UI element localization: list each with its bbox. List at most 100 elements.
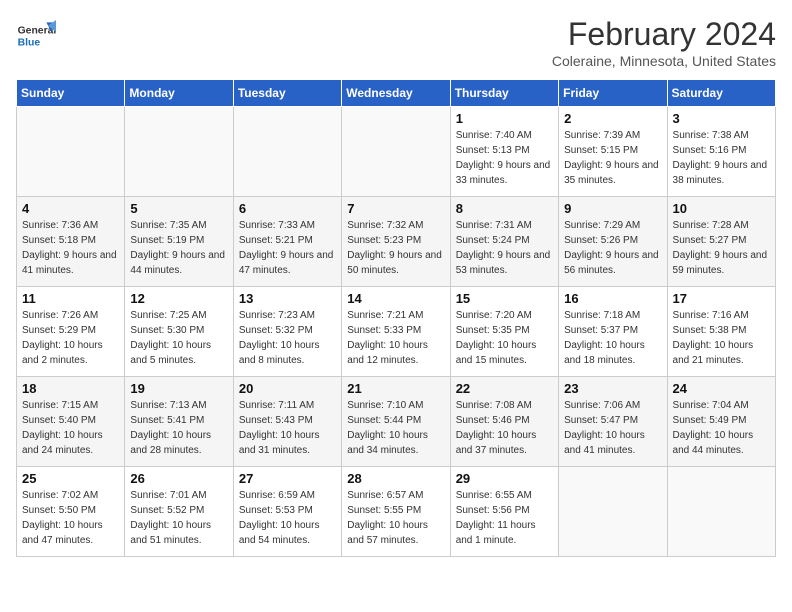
day-info: Sunrise: 7:32 AM Sunset: 5:23 PM Dayligh… [347, 218, 444, 278]
day-number: 17 [673, 291, 770, 306]
day-number: 24 [673, 381, 770, 396]
logo-icon: General Blue [16, 16, 56, 56]
calendar-cell: 25Sunrise: 7:02 AM Sunset: 5:50 PM Dayli… [17, 467, 125, 557]
day-number: 20 [239, 381, 336, 396]
day-number: 16 [564, 291, 661, 306]
header-tuesday: Tuesday [233, 80, 341, 107]
calendar-cell: 24 Sunrise: 7:04 AM Sunset: 5:49 PM Dayli… [667, 377, 775, 467]
day-number: 23 [564, 381, 661, 396]
calendar-week-1: 1 Sunrise: 7:40 AM Sunset: 5:13 PM Daylig… [17, 107, 776, 197]
day-info: Sunrise: 7:06 AM Sunset: 5:47 PM Dayligh… [564, 398, 661, 458]
day-number: 7 [347, 201, 444, 216]
calendar-cell: 21 Sunrise: 7:10 AM Sunset: 5:44 PM Dayli… [342, 377, 450, 467]
day-info: Sunrise: 6:59 AM Sunset: 5:53 PM Dayligh… [239, 488, 336, 548]
day-info: Sunrise: 7:38 AM Sunset: 5:16 PM Dayligh… [673, 128, 770, 188]
day-info: Sunrise: 7:13 AM Sunset: 5:41 PM Dayligh… [130, 398, 227, 458]
day-info: Sunrise: 7:16 AM Sunset: 5:38 PM Dayligh… [673, 308, 770, 368]
calendar-week-3: 11Sunrise: 7:26 AM Sunset: 5:29 PM Dayli… [17, 287, 776, 377]
svg-text:Blue: Blue [18, 38, 41, 49]
day-number: 18 [22, 381, 119, 396]
calendar-cell: 10 Sunrise: 7:28 AM Sunset: 5:27 PM Dayli… [667, 197, 775, 287]
calendar-cell: 3 Sunrise: 7:38 AM Sunset: 5:16 PM Daylig… [667, 107, 775, 197]
day-number: 3 [673, 111, 770, 126]
day-info: Sunrise: 6:57 AM Sunset: 5:55 PM Dayligh… [347, 488, 444, 548]
calendar-cell: 9Sunrise: 7:29 AM Sunset: 5:26 PM Daylig… [559, 197, 667, 287]
month-title: February 2024 [552, 16, 776, 53]
location-subtitle: Coleraine, Minnesota, United States [552, 53, 776, 69]
day-info: Sunrise: 7:36 AM Sunset: 5:18 PM Dayligh… [22, 218, 119, 278]
day-number: 26 [130, 471, 227, 486]
day-info: Sunrise: 7:35 AM Sunset: 5:19 PM Dayligh… [130, 218, 227, 278]
day-info: Sunrise: 6:55 AM Sunset: 5:56 PM Dayligh… [456, 488, 553, 548]
calendar-cell: 7 Sunrise: 7:32 AM Sunset: 5:23 PM Daylig… [342, 197, 450, 287]
day-number: 14 [347, 291, 444, 306]
calendar-cell: 6Sunrise: 7:33 AM Sunset: 5:21 PM Daylig… [233, 197, 341, 287]
calendar-cell [342, 107, 450, 197]
header-saturday: Saturday [667, 80, 775, 107]
calendar-header-row: SundayMondayTuesdayWednesdayThursdayFrid… [17, 80, 776, 107]
calendar-cell: 16 Sunrise: 7:18 AM Sunset: 5:37 PM Dayli… [559, 287, 667, 377]
calendar-cell: 27 Sunrise: 6:59 AM Sunset: 5:53 PM Dayli… [233, 467, 341, 557]
day-number: 8 [456, 201, 553, 216]
calendar-cell: 18Sunrise: 7:15 AM Sunset: 5:40 PM Dayli… [17, 377, 125, 467]
calendar-cell: 15 Sunrise: 7:20 AM Sunset: 5:35 PM Dayli… [450, 287, 558, 377]
day-number: 27 [239, 471, 336, 486]
day-info: Sunrise: 7:39 AM Sunset: 5:15 PM Dayligh… [564, 128, 661, 188]
calendar-cell: 12Sunrise: 7:25 AM Sunset: 5:30 PM Dayli… [125, 287, 233, 377]
logo: General Blue [16, 16, 60, 56]
day-info: Sunrise: 7:08 AM Sunset: 5:46 PM Dayligh… [456, 398, 553, 458]
day-number: 12 [130, 291, 227, 306]
calendar-cell: 17 Sunrise: 7:16 AM Sunset: 5:38 PM Dayli… [667, 287, 775, 377]
day-number: 21 [347, 381, 444, 396]
calendar-cell: 20 Sunrise: 7:11 AM Sunset: 5:43 PM Dayli… [233, 377, 341, 467]
calendar-cell: 11Sunrise: 7:26 AM Sunset: 5:29 PM Dayli… [17, 287, 125, 377]
calendar-cell: 4 Sunrise: 7:36 AM Sunset: 5:18 PM Daylig… [17, 197, 125, 287]
calendar-cell: 29 Sunrise: 6:55 AM Sunset: 5:56 PM Dayli… [450, 467, 558, 557]
calendar-cell: 28 Sunrise: 6:57 AM Sunset: 5:55 PM Dayli… [342, 467, 450, 557]
day-info: Sunrise: 7:28 AM Sunset: 5:27 PM Dayligh… [673, 218, 770, 278]
day-number: 28 [347, 471, 444, 486]
day-number: 5 [130, 201, 227, 216]
calendar-cell [559, 467, 667, 557]
day-number: 15 [456, 291, 553, 306]
day-number: 2 [564, 111, 661, 126]
day-number: 11 [22, 291, 119, 306]
calendar-cell: 26Sunrise: 7:01 AM Sunset: 5:52 PM Dayli… [125, 467, 233, 557]
calendar-cell [17, 107, 125, 197]
calendar-week-5: 25Sunrise: 7:02 AM Sunset: 5:50 PM Dayli… [17, 467, 776, 557]
day-number: 29 [456, 471, 553, 486]
header-sunday: Sunday [17, 80, 125, 107]
day-number: 10 [673, 201, 770, 216]
header-thursday: Thursday [450, 80, 558, 107]
day-info: Sunrise: 7:20 AM Sunset: 5:35 PM Dayligh… [456, 308, 553, 368]
header-friday: Friday [559, 80, 667, 107]
calendar-cell [233, 107, 341, 197]
calendar-cell: 23 Sunrise: 7:06 AM Sunset: 5:47 PM Dayli… [559, 377, 667, 467]
calendar-week-2: 4 Sunrise: 7:36 AM Sunset: 5:18 PM Daylig… [17, 197, 776, 287]
day-number: 6 [239, 201, 336, 216]
day-number: 1 [456, 111, 553, 126]
day-info: Sunrise: 7:04 AM Sunset: 5:49 PM Dayligh… [673, 398, 770, 458]
day-info: Sunrise: 7:21 AM Sunset: 5:33 PM Dayligh… [347, 308, 444, 368]
day-info: Sunrise: 7:10 AM Sunset: 5:44 PM Dayligh… [347, 398, 444, 458]
calendar-cell: 19 Sunrise: 7:13 AM Sunset: 5:41 PM Dayli… [125, 377, 233, 467]
day-info: Sunrise: 7:11 AM Sunset: 5:43 PM Dayligh… [239, 398, 336, 458]
day-info: Sunrise: 7:29 AM Sunset: 5:26 PM Dayligh… [564, 218, 661, 278]
calendar-cell: 8Sunrise: 7:31 AM Sunset: 5:24 PM Daylig… [450, 197, 558, 287]
day-info: Sunrise: 7:23 AM Sunset: 5:32 PM Dayligh… [239, 308, 336, 368]
day-number: 4 [22, 201, 119, 216]
calendar-cell: 2 Sunrise: 7:39 AM Sunset: 5:15 PM Daylig… [559, 107, 667, 197]
title-block: February 2024 Coleraine, Minnesota, Unit… [552, 16, 776, 69]
day-number: 19 [130, 381, 227, 396]
day-info: Sunrise: 7:40 AM Sunset: 5:13 PM Dayligh… [456, 128, 553, 188]
calendar-cell [667, 467, 775, 557]
page-header: General Blue February 2024 Coleraine, Mi… [16, 16, 776, 69]
day-info: Sunrise: 7:18 AM Sunset: 5:37 PM Dayligh… [564, 308, 661, 368]
calendar-cell: 13 Sunrise: 7:23 AM Sunset: 5:32 PM Dayli… [233, 287, 341, 377]
calendar-table: SundayMondayTuesdayWednesdayThursdayFrid… [16, 79, 776, 557]
day-number: 25 [22, 471, 119, 486]
day-number: 22 [456, 381, 553, 396]
header-wednesday: Wednesday [342, 80, 450, 107]
calendar-cell: 22 Sunrise: 7:08 AM Sunset: 5:46 PM Dayli… [450, 377, 558, 467]
day-number: 13 [239, 291, 336, 306]
